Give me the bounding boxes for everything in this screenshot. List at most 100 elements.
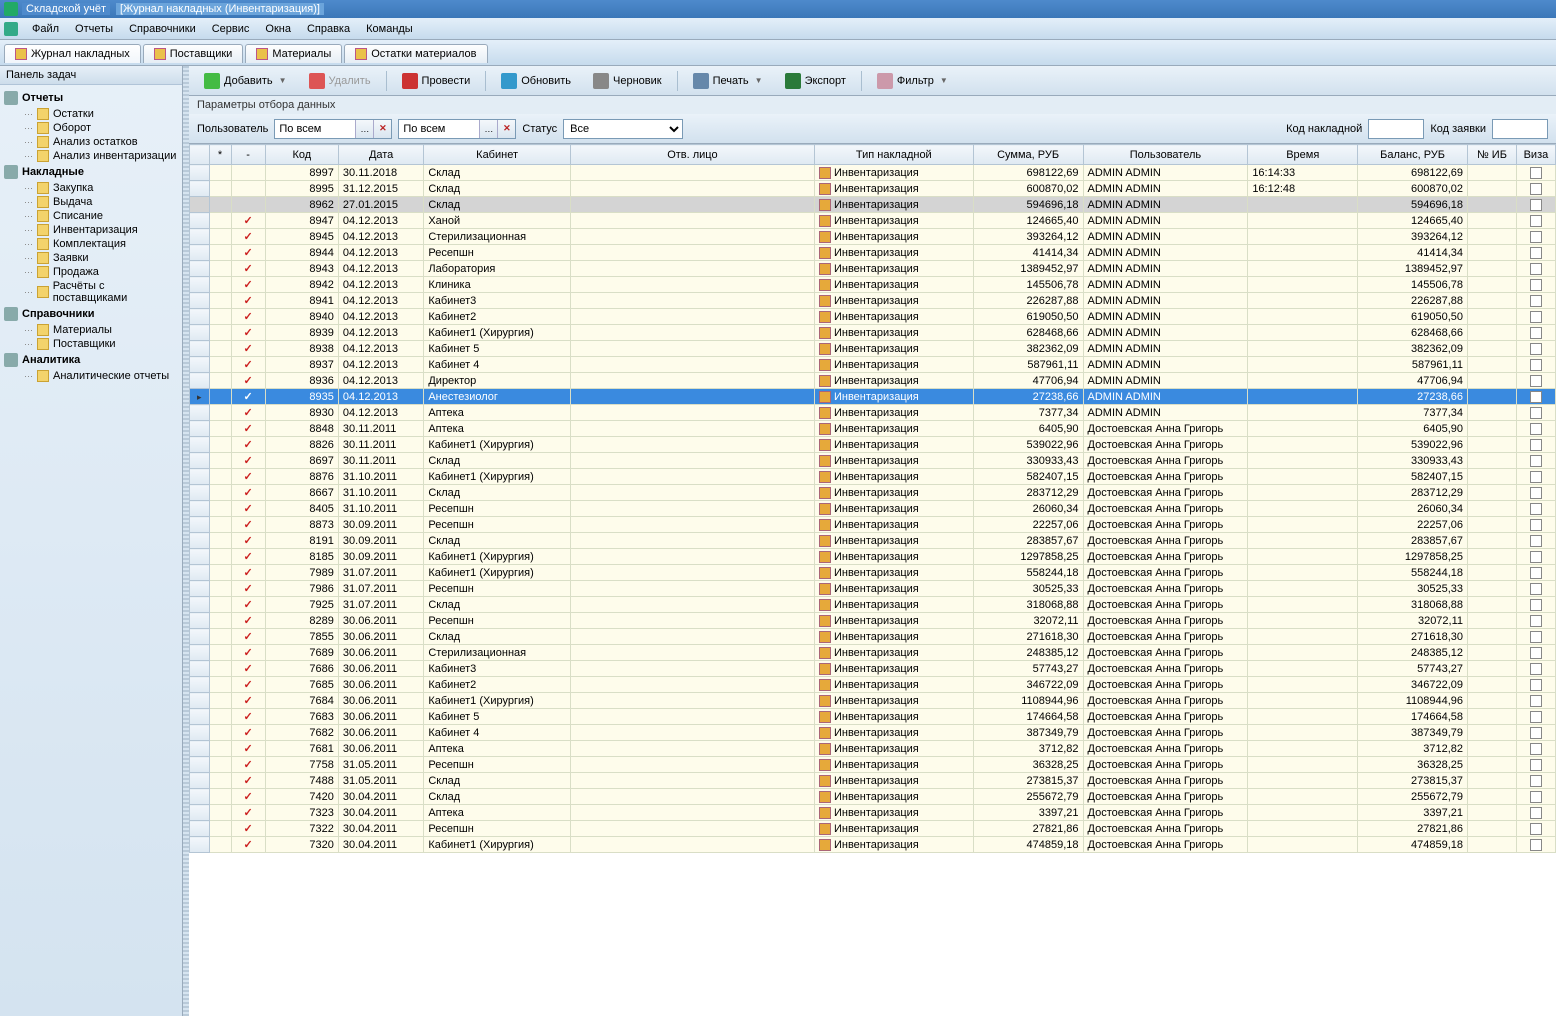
cell-visa[interactable] [1516, 453, 1555, 469]
cell-visa[interactable] [1516, 405, 1555, 421]
menu-Команды[interactable]: Команды [358, 21, 421, 37]
table-row[interactable]: ✓866731.10.2011СкладИнвентаризация283712… [190, 485, 1556, 501]
checkbox-icon[interactable] [1530, 407, 1542, 419]
table-row[interactable]: ✓840531.10.2011РесепшнИнвентаризация2606… [190, 501, 1556, 517]
table-row[interactable]: ✓775831.05.2011РесепшнИнвентаризация3632… [190, 757, 1556, 773]
row-header[interactable] [190, 597, 210, 613]
row-header[interactable] [190, 261, 210, 277]
cell-visa[interactable] [1516, 645, 1555, 661]
checkbox-icon[interactable] [1530, 551, 1542, 563]
cell-visa[interactable] [1516, 629, 1555, 645]
cell-visa[interactable] [1516, 725, 1555, 741]
col-header[interactable]: Кабинет [424, 145, 570, 165]
cell-visa[interactable] [1516, 677, 1555, 693]
table-row[interactable]: ✓785530.06.2011СкладИнвентаризация271618… [190, 629, 1556, 645]
tree-item-Продажа[interactable]: ⋯Продажа [2, 265, 180, 279]
row-header[interactable] [190, 485, 210, 501]
row-header[interactable] [190, 293, 210, 309]
table-row[interactable]: ✓882630.11.2011Кабинет1 (Хирургия)Инвент… [190, 437, 1556, 453]
cell-visa[interactable] [1516, 325, 1555, 341]
col-header[interactable]: № ИБ [1468, 145, 1517, 165]
row-header[interactable] [190, 693, 210, 709]
table-row[interactable]: ✓893804.12.2013Кабинет 5Инвентаризация38… [190, 341, 1556, 357]
row-header[interactable] [190, 837, 210, 853]
checkbox-icon[interactable] [1530, 215, 1542, 227]
row-header[interactable] [190, 197, 210, 213]
tree-item-Анализ инвентаризации[interactable]: ⋯Анализ инвентаризации [2, 149, 180, 163]
cell-visa[interactable] [1516, 581, 1555, 597]
table-row[interactable]: ✓894204.12.2013КлиникаИнвентаризация1455… [190, 277, 1556, 293]
row-header[interactable] [190, 613, 210, 629]
checkbox-icon[interactable] [1530, 647, 1542, 659]
cell-visa[interactable] [1516, 485, 1555, 501]
cell-visa[interactable] [1516, 197, 1555, 213]
toolbar-Черновик-button[interactable]: Черновик [584, 69, 671, 93]
col-header[interactable]: Виза [1516, 145, 1555, 165]
col-header[interactable]: * [209, 145, 231, 165]
row-header[interactable] [190, 645, 210, 661]
checkbox-icon[interactable] [1530, 343, 1542, 355]
table-row[interactable]: ✓732230.04.2011РесепшнИнвентаризация2782… [190, 821, 1556, 837]
row-header[interactable] [190, 373, 210, 389]
table-row[interactable]: ✓894304.12.2013ЛабораторияИнвентаризация… [190, 261, 1556, 277]
tree-item-Анализ остатков[interactable]: ⋯Анализ остатков [2, 135, 180, 149]
table-row[interactable]: ✓798631.07.2011РесепшнИнвентаризация3052… [190, 581, 1556, 597]
checkbox-icon[interactable] [1530, 471, 1542, 483]
row-header[interactable] [190, 165, 210, 181]
tab-Журнал накладных[interactable]: Журнал накладных [4, 44, 141, 63]
cell-visa[interactable] [1516, 245, 1555, 261]
col-header[interactable]: Дата [338, 145, 423, 165]
row-header[interactable] [190, 357, 210, 373]
checkbox-icon[interactable] [1530, 455, 1542, 467]
table-row[interactable]: ✓869730.11.2011СкладИнвентаризация330933… [190, 453, 1556, 469]
tree-item-Комплектация[interactable]: ⋯Комплектация [2, 237, 180, 251]
row-header[interactable] [190, 581, 210, 597]
col-header[interactable]: Баланс, РУБ [1358, 145, 1468, 165]
col-header[interactable]: Сумма, РУБ [973, 145, 1083, 165]
table-row[interactable]: ✓894404.12.2013РесепшнИнвентаризация4141… [190, 245, 1556, 261]
row-header[interactable] [190, 629, 210, 645]
checkbox-icon[interactable] [1530, 311, 1542, 323]
table-row[interactable]: ✓894004.12.2013Кабинет2Инвентаризация619… [190, 309, 1556, 325]
row-header[interactable] [190, 277, 210, 293]
row-header[interactable] [190, 245, 210, 261]
tree-item-Материалы[interactable]: ⋯Материалы [2, 323, 180, 337]
row-header[interactable] [190, 757, 210, 773]
checkbox-icon[interactable] [1530, 183, 1542, 195]
tree-item-Инвентаризация[interactable]: ⋯Инвентаризация [2, 223, 180, 237]
checkbox-icon[interactable] [1530, 439, 1542, 451]
cell-visa[interactable] [1516, 293, 1555, 309]
tree-group-Отчеты[interactable]: Отчеты [2, 89, 180, 107]
checkbox-icon[interactable] [1530, 247, 1542, 259]
checkbox-icon[interactable] [1530, 711, 1542, 723]
tree-item-Аналитические отчеты[interactable]: ⋯Аналитические отчеты [2, 369, 180, 383]
checkbox-icon[interactable] [1530, 791, 1542, 803]
checkbox-icon[interactable] [1530, 487, 1542, 499]
row-header[interactable] [190, 549, 210, 565]
table-row[interactable]: ✓768530.06.2011Кабинет2Инвентаризация346… [190, 677, 1556, 693]
cell-visa[interactable] [1516, 805, 1555, 821]
cell-visa[interactable] [1516, 469, 1555, 485]
checkbox-icon[interactable] [1530, 663, 1542, 675]
checkbox-icon[interactable] [1530, 231, 1542, 243]
row-header[interactable] [190, 181, 210, 197]
cell-visa[interactable] [1516, 741, 1555, 757]
cell-visa[interactable] [1516, 549, 1555, 565]
checkbox-icon[interactable] [1530, 167, 1542, 179]
checkbox-icon[interactable] [1530, 199, 1542, 211]
col-header[interactable]: Отв. лицо [570, 145, 814, 165]
combo2-clear-button[interactable]: ✕ [497, 120, 515, 138]
code-filter-input[interactable] [1368, 119, 1424, 139]
table-row[interactable]: ✓768230.06.2011Кабинет 4Инвентаризация38… [190, 725, 1556, 741]
table-row[interactable]: ✓768630.06.2011Кабинет3Инвентаризация577… [190, 661, 1556, 677]
toolbar-Добавить-button[interactable]: Добавить▼ [195, 69, 296, 93]
row-header[interactable] [190, 469, 210, 485]
checkbox-icon[interactable] [1530, 839, 1542, 851]
table-row[interactable]: ✓792531.07.2011СкладИнвентаризация318068… [190, 597, 1556, 613]
checkbox-icon[interactable] [1530, 695, 1542, 707]
table-row[interactable]: ✓884830.11.2011АптекаИнвентаризация6405,… [190, 421, 1556, 437]
cell-visa[interactable] [1516, 789, 1555, 805]
table-row[interactable]: ✓894704.12.2013ХанойИнвентаризация124665… [190, 213, 1556, 229]
cell-visa[interactable] [1516, 373, 1555, 389]
checkbox-icon[interactable] [1530, 775, 1542, 787]
